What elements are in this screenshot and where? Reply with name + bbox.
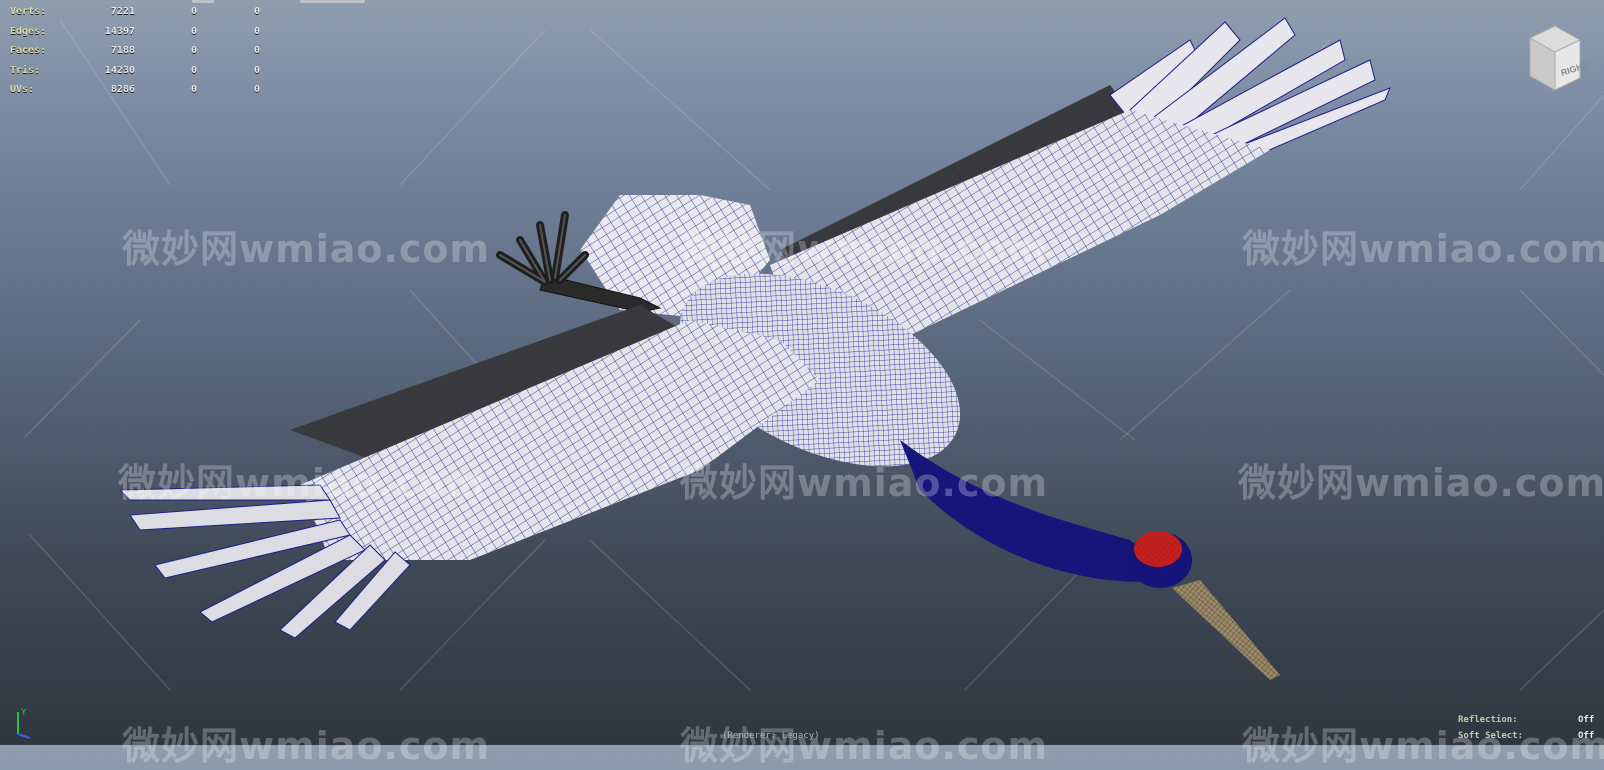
hud-setting-value: Off [1578, 731, 1595, 741]
hud-label: Faces: [10, 45, 47, 56]
hud-row-tris: Tris: 14230 0 0 [10, 61, 260, 81]
watermark: 微妙网wmiao.com [122, 724, 491, 768]
hud-row-faces: Faces: 7188 0 0 [10, 41, 260, 61]
crane-head [1128, 531, 1192, 588]
watermark: 微妙网wmiao.com [122, 227, 491, 271]
hud-value: 14230 [104, 64, 135, 76]
watermark: 微妙网wmiao.com [680, 724, 1049, 768]
hud-row-verts: Verts: 7221 0 0 [10, 2, 260, 22]
display-settings-hud: Reflection: Off Soft Select: Off [1458, 712, 1602, 744]
watermark: 微妙网wmiao.com [1238, 461, 1604, 505]
hud-setting-label: Reflection: [1458, 715, 1518, 725]
watermark: 微妙网wmiao.com [118, 461, 487, 505]
hud-label: UVs: [10, 84, 35, 95]
view-cube[interactable]: RIGHT [1520, 18, 1590, 98]
hud-value: 7188 [110, 45, 135, 56]
hud-value: 7221 [110, 6, 135, 17]
hud-row-reflection: Reflection: Off [1458, 712, 1602, 728]
hud-label: Verts: [10, 6, 47, 17]
hud-value: 0 [253, 6, 260, 17]
hud-row-soft-select: Soft Select: Off [1458, 728, 1602, 744]
crane-beak [1172, 580, 1280, 680]
hud-value: 0 [253, 25, 260, 37]
hud-row-edges: Edges: 14397 0 0 [10, 22, 260, 42]
hud-value: 14397 [104, 25, 135, 37]
axis-y-label: Y [20, 708, 27, 718]
hud-value: 0 [190, 64, 197, 76]
hud-row-uvs: UVs: 8286 0 0 [10, 80, 260, 100]
watermark: 微妙网wmiao.com [1242, 227, 1604, 271]
hud-setting-value: Off [1578, 715, 1595, 725]
hud-value: 0 [190, 84, 197, 95]
hud-value: 0 [253, 45, 260, 56]
watermark: 微妙网wmiao.com [680, 461, 1049, 505]
poly-count-hud: Verts: 7221 0 0 Edges: 14397 0 0 Faces: … [10, 2, 260, 100]
3d-viewport[interactable]: 微妙网wmiao.com 微妙网wmiao.com 微妙网wmiao.com 微… [0, 0, 1604, 768]
hud-setting-label: Soft Select: [1458, 731, 1524, 741]
hud-value: 0 [253, 64, 260, 76]
renderer-caption: (Renderer: Legacy) [722, 731, 820, 741]
hud-value: 0 [190, 6, 197, 17]
hud-value: 8286 [110, 84, 135, 95]
axis-indicator-icon: Y [17, 708, 31, 739]
hud-label: Edges: [10, 25, 47, 37]
watermark: 微妙网wmiao.com [680, 227, 1049, 271]
hud-label: Tris: [10, 64, 41, 76]
crane-model [118, 17, 1391, 680]
hud-value: 0 [253, 84, 260, 95]
hud-value: 0 [190, 45, 197, 56]
hud-value: 0 [190, 25, 197, 37]
